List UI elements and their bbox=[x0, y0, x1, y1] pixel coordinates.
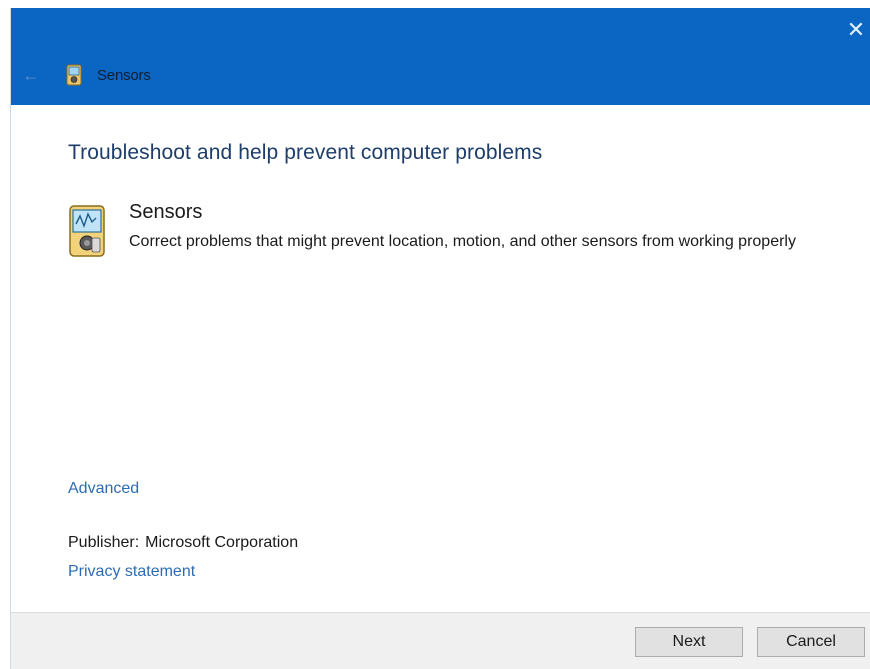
sensor-device-icon bbox=[69, 205, 105, 257]
troubleshooter-name: Sensors bbox=[129, 201, 203, 223]
cancel-button[interactable]: Cancel bbox=[757, 627, 865, 657]
page-heading: Troubleshoot and help prevent computer p… bbox=[68, 141, 543, 164]
troubleshooter-window: ✕ ← Sensors Troubleshoot and help preven… bbox=[10, 8, 870, 669]
title-bar: ✕ ← Sensors bbox=[11, 8, 870, 105]
footer-bar: Next Cancel bbox=[11, 612, 870, 669]
close-icon[interactable]: ✕ bbox=[844, 18, 868, 42]
main-content: Troubleshoot and help prevent computer p… bbox=[11, 105, 870, 613]
publisher-label: Publisher: bbox=[68, 534, 140, 551]
back-arrow-icon[interactable]: ← bbox=[21, 65, 41, 85]
window-title: Sensors bbox=[97, 67, 151, 84]
advanced-link[interactable]: Advanced bbox=[68, 480, 139, 498]
next-button[interactable]: Next bbox=[635, 627, 743, 657]
privacy-statement-link[interactable]: Privacy statement bbox=[68, 563, 195, 581]
publisher-info: Publisher: Microsoft Corporation bbox=[68, 534, 298, 552]
troubleshooter-description: Correct problems that might prevent loca… bbox=[129, 233, 796, 250]
sensor-device-icon bbox=[66, 64, 82, 86]
publisher-value: Microsoft Corporation bbox=[145, 534, 299, 551]
